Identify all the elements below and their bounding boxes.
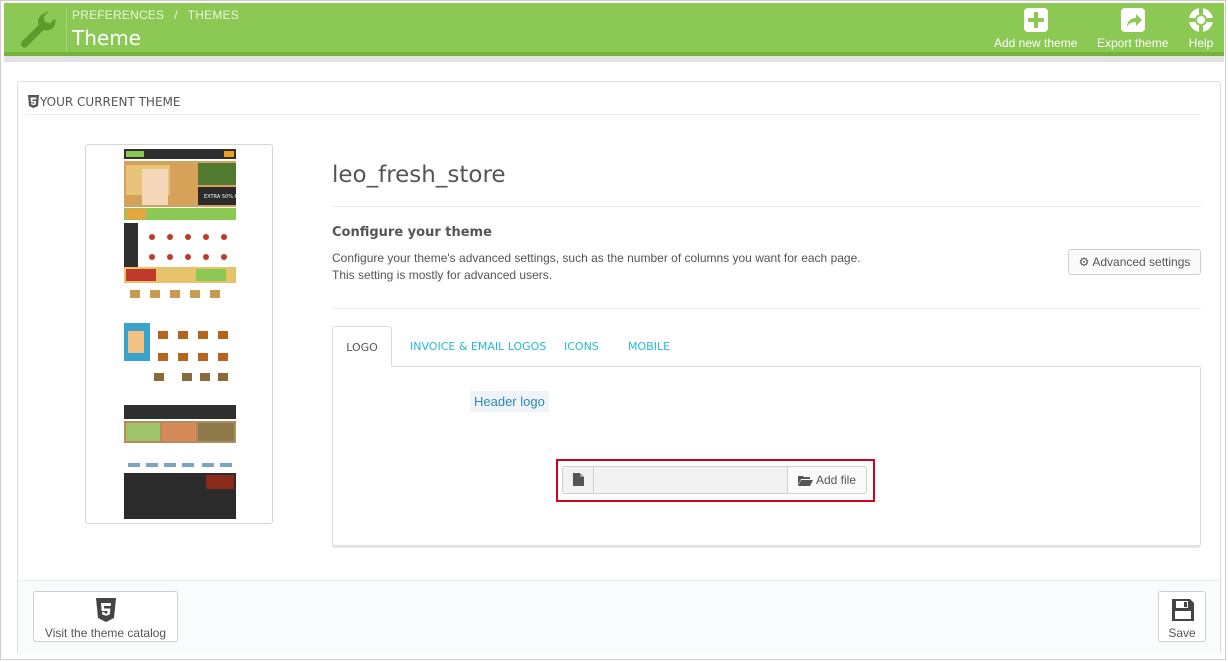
header-divider bbox=[66, 7, 67, 51]
add-new-theme-button[interactable]: Add new theme bbox=[994, 7, 1077, 50]
help-button[interactable]: Help bbox=[1188, 7, 1214, 50]
add-file-button[interactable]: Add file bbox=[787, 467, 866, 493]
theme-preview-drawing: EXTRA 50% OFF bbox=[124, 149, 244, 519]
visit-theme-catalog-label: Visit the theme catalog bbox=[44, 626, 167, 640]
add-new-theme-label: Add new theme bbox=[994, 36, 1078, 50]
lifebuoy-icon bbox=[1189, 8, 1213, 32]
breadcrumb: PREFERENCES / THEMES bbox=[72, 8, 239, 22]
tab-bar: LOGO INVOICE & EMAIL LOGOS ICONS MOBILE bbox=[332, 326, 1201, 367]
gear-icon: ⚙ bbox=[1078, 255, 1090, 269]
svg-text:EXTRA 50% OFF: EXTRA 50% OFF bbox=[204, 194, 244, 200]
header-shadow bbox=[4, 56, 1224, 62]
panel-heading: YOUR CURRENT THEME bbox=[26, 86, 1200, 115]
advanced-settings-button[interactable]: ⚙ Advanced settings bbox=[1068, 249, 1201, 275]
visit-theme-catalog-button[interactable]: Visit the theme catalog bbox=[33, 591, 178, 642]
help-label: Help bbox=[1188, 36, 1214, 50]
page-title: Theme bbox=[72, 26, 141, 50]
folder-open-icon bbox=[797, 476, 813, 486]
separator bbox=[332, 308, 1201, 309]
export-theme-label: Export theme bbox=[1097, 36, 1169, 50]
configure-description-line1: Configure your theme's advanced settings… bbox=[332, 251, 861, 265]
add-file-label: Add file bbox=[815, 473, 857, 487]
breadcrumb-themes[interactable]: THEMES bbox=[188, 8, 239, 22]
breadcrumb-separator: / bbox=[174, 8, 178, 22]
floppy-disk-icon bbox=[1172, 599, 1194, 621]
export-theme-button[interactable]: Export theme bbox=[1097, 7, 1168, 50]
configure-description-line2: This setting is mostly for advanced user… bbox=[332, 268, 553, 282]
file-name-input[interactable] bbox=[594, 467, 787, 493]
save-button[interactable]: Save bbox=[1158, 591, 1206, 642]
html5-icon bbox=[96, 598, 116, 622]
theme-name: leo_fresh_store bbox=[332, 162, 506, 188]
separator bbox=[332, 206, 1201, 207]
tab-icons[interactable]: ICONS bbox=[564, 326, 599, 367]
file-upload-group: Add file bbox=[562, 466, 867, 494]
current-theme-panel: YOUR CURRENT THEME EXTRA 50% OFF leo_fre… bbox=[17, 81, 1221, 655]
header-logo-label: Header logo bbox=[470, 391, 549, 412]
tab-invoice-email-logos[interactable]: INVOICE & EMAIL LOGOS bbox=[410, 326, 546, 367]
tab-mobile[interactable]: MOBILE bbox=[628, 326, 670, 367]
panel-heading-text: YOUR CURRENT THEME bbox=[40, 95, 181, 109]
wrench-icon bbox=[20, 11, 56, 48]
tab-logo[interactable]: LOGO bbox=[332, 326, 392, 367]
advanced-settings-label: Advanced settings bbox=[1092, 255, 1191, 269]
logo-tab-content: Header logo Add file bbox=[332, 366, 1201, 546]
file-icon bbox=[563, 467, 594, 493]
configure-description: Configure your theme's advanced settings… bbox=[332, 250, 932, 284]
export-icon bbox=[1120, 8, 1145, 32]
page-header: PREFERENCES / THEMES Theme Add new theme E… bbox=[4, 3, 1224, 62]
plus-icon bbox=[1023, 8, 1048, 32]
configure-title: Configure your theme bbox=[332, 225, 492, 240]
html5-icon bbox=[28, 95, 39, 108]
save-label: Save bbox=[1168, 626, 1196, 640]
theme-preview-image[interactable]: EXTRA 50% OFF bbox=[85, 144, 273, 524]
panel-footer: Visit the theme catalog Save bbox=[18, 580, 1220, 655]
breadcrumb-preferences[interactable]: PREFERENCES bbox=[72, 8, 164, 22]
